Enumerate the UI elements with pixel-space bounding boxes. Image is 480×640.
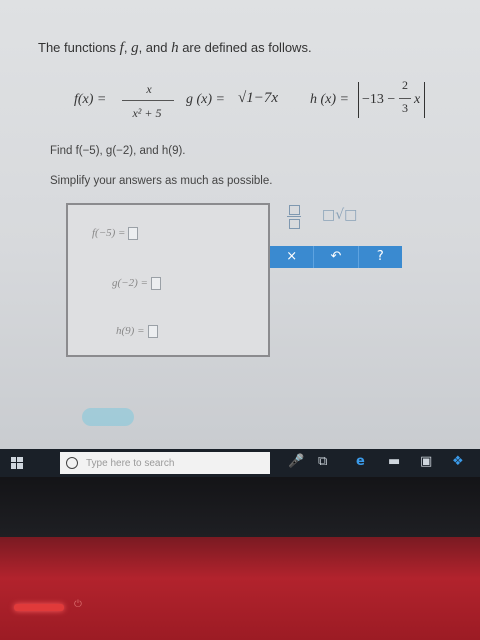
taskbar-search-placeholder: Type here to search xyxy=(86,457,175,469)
h-abs-right-bar xyxy=(424,82,425,118)
laptop-bezel xyxy=(0,477,480,537)
fraction-bottom-box xyxy=(289,219,300,229)
h-denominator: 3 xyxy=(402,101,408,115)
h-abs-left-bar xyxy=(358,82,359,118)
h-variable: x xyxy=(414,92,421,107)
undo-button[interactable]: ↶ xyxy=(314,246,359,268)
answer-row-h: h(9) = xyxy=(116,325,158,338)
f-denominator: x² + 5 xyxy=(132,106,162,120)
answer-label-h: h(9) = xyxy=(116,325,145,338)
answer-input-h[interactable] xyxy=(147,325,158,338)
answer-label-f: f(−5) = xyxy=(92,227,126,240)
task-view-icon[interactable]: ⧉ xyxy=(318,454,327,469)
sqrt-icon[interactable]: □√□ xyxy=(322,207,357,223)
f-numerator: x xyxy=(146,82,152,96)
answer-input-g[interactable] xyxy=(150,277,161,290)
h-fraction-bar xyxy=(399,98,411,99)
h-numerator: 2 xyxy=(402,78,408,92)
help-button[interactable]: ? xyxy=(359,246,402,268)
file-explorer-icon[interactable]: ▬ xyxy=(388,454,400,469)
laptop-base xyxy=(0,537,480,640)
find-instruction: Find f(−5), g(−2), and h(9). xyxy=(50,145,186,157)
fraction-top-box xyxy=(289,205,300,215)
g-definition-lhs: g (x) = xyxy=(186,92,225,107)
h-constant: −13 − xyxy=(362,92,396,107)
problem-title: The functions f, g, and h are defined as… xyxy=(38,40,312,56)
fraction-icon[interactable] xyxy=(286,205,302,229)
answer-label-g: g(−2) = xyxy=(112,277,148,290)
store-icon[interactable]: ▣ xyxy=(420,454,432,469)
cortana-icon xyxy=(66,457,78,469)
browser-screen: The functions f, g, and h are defined as… xyxy=(0,0,480,450)
answer-row-f: f(−5) = xyxy=(92,227,139,240)
h-definition-lhs: h (x) = xyxy=(310,92,349,107)
answer-box: f(−5) = g(−2) = h(9) = xyxy=(66,203,270,357)
edge-icon[interactable]: e xyxy=(356,454,365,469)
math-toolbar: × ↶ ? xyxy=(270,246,402,268)
simplify-instruction: Simplify your answers as much as possibl… xyxy=(50,175,273,187)
fraction-bar xyxy=(287,216,301,217)
dropbox-icon[interactable]: ❖ xyxy=(452,454,464,469)
power-icon: ⏻ xyxy=(74,599,82,610)
taskbar-search-input[interactable]: Type here to search xyxy=(60,452,270,474)
windows-start-icon[interactable] xyxy=(0,449,34,477)
g-radical: √1−7x xyxy=(238,90,279,106)
f-definition-lhs: f(x) = xyxy=(74,92,107,107)
windows-taskbar: Type here to search xyxy=(0,449,480,477)
check-button[interactable] xyxy=(82,408,134,426)
power-led xyxy=(14,604,64,611)
answer-row-g: g(−2) = xyxy=(112,277,161,290)
answer-input-f[interactable] xyxy=(128,227,139,240)
f-fraction-bar xyxy=(122,100,174,101)
clear-button[interactable]: × xyxy=(270,246,315,268)
microphone-icon[interactable]: 🎤 xyxy=(288,454,304,469)
